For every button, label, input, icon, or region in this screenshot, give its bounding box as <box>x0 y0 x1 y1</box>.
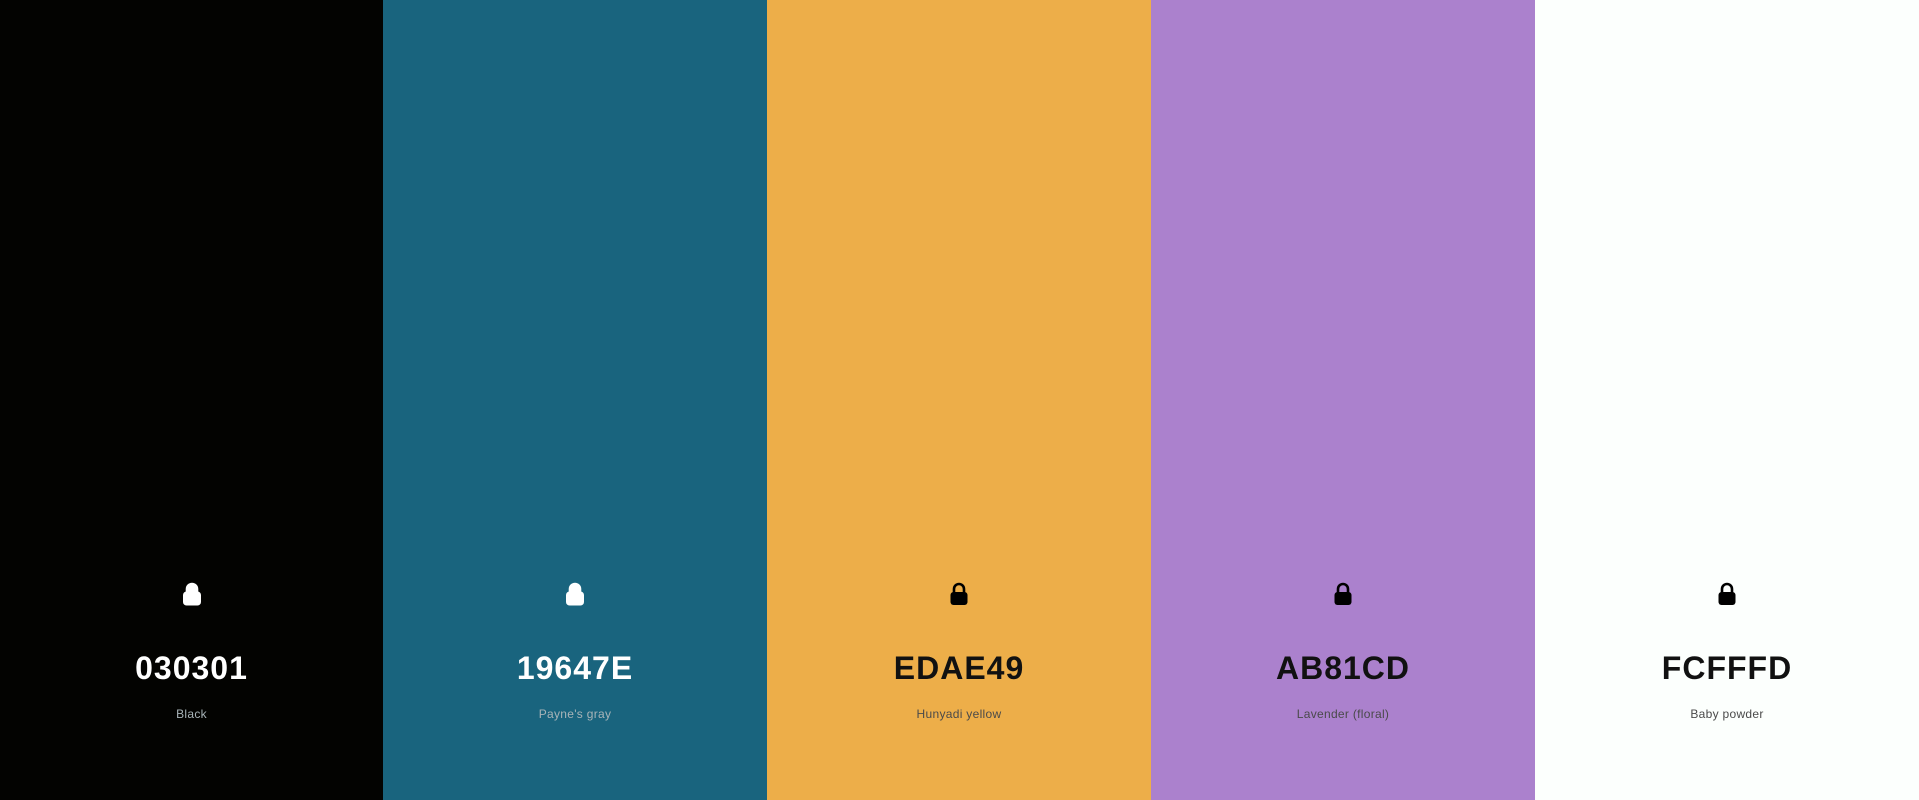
hex-code[interactable]: AB81CD <box>1151 648 1535 688</box>
color-name[interactable]: Hunyadi yellow <box>767 706 1151 722</box>
hex-code[interactable]: FCFFFD <box>1535 648 1919 688</box>
hex-code[interactable]: 19647E <box>383 648 767 688</box>
color-name[interactable]: Baby powder <box>1535 706 1919 722</box>
lock-icon[interactable] <box>178 580 206 608</box>
color-swatch-black[interactable]: 030301 Black <box>0 0 383 800</box>
color-name[interactable]: Lavender (floral) <box>1151 706 1535 722</box>
color-name[interactable]: Payne's gray <box>383 706 767 722</box>
color-swatch-paynes-gray[interactable]: 19647E Payne's gray <box>383 0 767 800</box>
color-swatch-baby-powder[interactable]: FCFFFD Baby powder <box>1535 0 1919 800</box>
lock-icon[interactable] <box>1713 580 1741 608</box>
hex-code[interactable]: EDAE49 <box>767 648 1151 688</box>
lock-icon[interactable] <box>561 580 589 608</box>
color-palette: 030301 Black 19647E Payne's gray EDAE49 … <box>0 0 1919 800</box>
hex-code[interactable]: 030301 <box>0 648 383 688</box>
color-name[interactable]: Black <box>0 706 383 722</box>
color-swatch-hunyadi-yellow[interactable]: EDAE49 Hunyadi yellow <box>767 0 1151 800</box>
color-swatch-lavender-floral[interactable]: AB81CD Lavender (floral) <box>1151 0 1535 800</box>
lock-icon[interactable] <box>1329 580 1357 608</box>
lock-icon[interactable] <box>945 580 973 608</box>
